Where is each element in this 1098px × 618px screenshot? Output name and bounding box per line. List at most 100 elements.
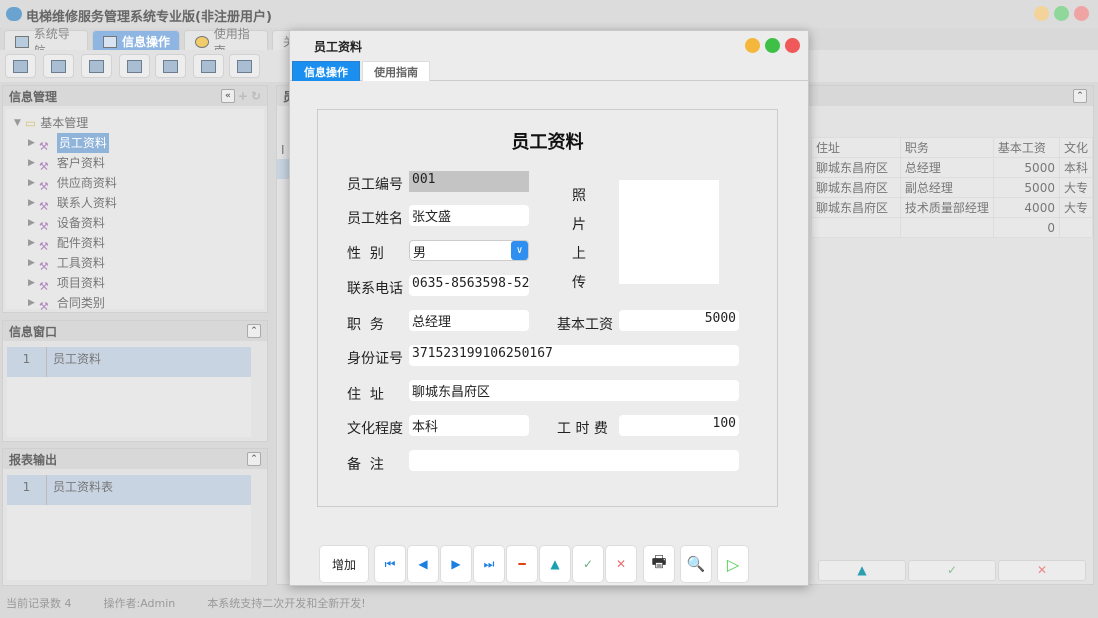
tree-item-label: 客户资料 bbox=[57, 153, 105, 173]
tree-root-label: 基本管理 bbox=[40, 113, 88, 133]
grid-cancel-button[interactable]: ✕ bbox=[998, 560, 1086, 581]
preview-button[interactable]: 🔍 bbox=[680, 545, 712, 583]
education-field[interactable]: 本科 bbox=[409, 415, 529, 436]
save-button[interactable]: ✓ bbox=[572, 545, 604, 583]
close-button[interactable] bbox=[1074, 6, 1089, 21]
tree-item-label: 设备资料 bbox=[57, 213, 105, 233]
tree-item[interactable]: ▶⚒联系人资料 bbox=[14, 193, 256, 213]
tool-icon: ⚒ bbox=[39, 257, 53, 269]
column-header[interactable]: 住址 bbox=[812, 138, 901, 158]
hour-fee-label: 工 时 费 bbox=[557, 418, 608, 438]
document-tool-button[interactable] bbox=[81, 54, 112, 78]
list-icon bbox=[51, 60, 66, 73]
add-button[interactable]: 增加 bbox=[319, 545, 369, 583]
table-row[interactable]: 聊城东昌府区总经理5000本科 bbox=[812, 158, 1093, 178]
phone-field[interactable]: 0635-8563598-52 bbox=[409, 275, 529, 296]
tab-guide[interactable]: 使用指南 bbox=[184, 30, 268, 50]
gender-value: 男 bbox=[413, 246, 426, 261]
collapse-icon[interactable]: ⌃ bbox=[247, 452, 261, 466]
tree-item[interactable]: ▶⚒设备资料 bbox=[14, 213, 256, 233]
add-icon[interactable]: + bbox=[238, 89, 248, 103]
row-number: 1 bbox=[7, 347, 47, 377]
cancel-button[interactable]: ✕ bbox=[605, 545, 637, 583]
tab-label: 信息操作 bbox=[122, 33, 170, 50]
next-record-button[interactable]: ▶ bbox=[440, 545, 472, 583]
table-cell: 5000 bbox=[993, 158, 1059, 178]
list-item[interactable]: 1员工资料 bbox=[7, 347, 251, 377]
tree-item[interactable]: ▶⚒客户资料 bbox=[14, 153, 256, 173]
position-field[interactable]: 总经理 bbox=[409, 310, 529, 331]
table-row[interactable]: 聊城东昌府区副总经理5000大专 bbox=[812, 178, 1093, 198]
screen-tool-button[interactable] bbox=[155, 54, 186, 78]
collapse-icon[interactable]: ⌃ bbox=[1073, 89, 1087, 103]
collapsed-icon: ▶ bbox=[28, 193, 35, 213]
photo-upload-label: 照片上传 bbox=[572, 182, 588, 298]
hour-fee-field[interactable]: 100 bbox=[619, 415, 739, 436]
user-tool-button[interactable] bbox=[119, 54, 150, 78]
name-field[interactable]: 张文盛 bbox=[409, 205, 529, 226]
last-icon: ⏭ bbox=[484, 557, 495, 572]
dialog-tab-info-ops[interactable]: 信息操作 bbox=[292, 61, 360, 81]
print-button[interactable]: 🖶 bbox=[643, 545, 675, 583]
address-field[interactable]: 聊城东昌府区 bbox=[409, 380, 739, 401]
salary-field[interactable]: 5000 bbox=[619, 310, 739, 331]
refresh-icon[interactable]: ↻ bbox=[251, 89, 261, 103]
panel-title: 信息窗口 bbox=[9, 323, 57, 340]
column-header[interactable]: 基本工资 bbox=[993, 138, 1059, 158]
tree-item[interactable]: ▶⚒工具资料 bbox=[14, 253, 256, 273]
run-button[interactable]: ▷ bbox=[717, 545, 749, 583]
tab-system-nav[interactable]: 系统导航 bbox=[4, 30, 88, 50]
minus-icon: ━ bbox=[518, 557, 525, 571]
name-label: 员工姓名 bbox=[347, 208, 403, 228]
last-record-button[interactable]: ⏭ bbox=[473, 545, 505, 583]
photo-box[interactable] bbox=[619, 180, 719, 284]
dialog-close-button[interactable] bbox=[785, 38, 800, 53]
search-icon bbox=[13, 60, 28, 73]
list-item[interactable]: 1员工资料表 bbox=[7, 475, 251, 505]
collapsed-icon: ▶ bbox=[28, 293, 35, 313]
first-record-button[interactable]: ⏮ bbox=[374, 545, 406, 583]
collapse-icon[interactable]: ⌃ bbox=[247, 324, 261, 338]
tool-icon: ⚒ bbox=[39, 237, 53, 249]
tool-icon: ⚒ bbox=[39, 277, 53, 289]
folder-icon: ▭ bbox=[25, 113, 36, 133]
gender-select[interactable]: 男∨ bbox=[409, 240, 529, 261]
photo-char: 上 bbox=[572, 240, 588, 269]
table-cell: 大专 bbox=[1059, 198, 1092, 218]
collapse-left-icon[interactable]: « bbox=[221, 89, 235, 103]
dialog-maximize-button[interactable] bbox=[765, 38, 780, 53]
form-title: 员工资料 bbox=[318, 128, 777, 154]
list-tool-button[interactable] bbox=[43, 54, 74, 78]
tree-item[interactable]: ▶⚒配件资料 bbox=[14, 233, 256, 253]
info-mgmt-panel: 信息管理«+↻ ▼▭基本管理 ▶⚒员工资料 ▶⚒客户资料 ▶⚒供应商资料 ▶⚒联… bbox=[2, 85, 268, 313]
salary-label: 基本工资 bbox=[557, 314, 613, 334]
table-row[interactable]: 聊城东昌府区技术质量部经理4000大专 bbox=[812, 198, 1093, 218]
tab-info-ops[interactable]: 信息操作 bbox=[92, 30, 180, 50]
minimize-button[interactable] bbox=[1034, 6, 1049, 21]
printer-icon: 🖶 bbox=[651, 551, 666, 578]
delete-button[interactable]: ━ bbox=[506, 545, 538, 583]
remark-field[interactable] bbox=[409, 450, 739, 471]
search-tool-button[interactable] bbox=[5, 54, 36, 78]
tree-item[interactable]: ▶⚒供应商资料 bbox=[14, 173, 256, 193]
column-header[interactable]: 文化 bbox=[1059, 138, 1092, 158]
chevron-down-icon[interactable]: ∨ bbox=[511, 241, 528, 260]
edit-button[interactable]: ▲ bbox=[539, 545, 571, 583]
panel-title: 信息管理 bbox=[9, 88, 57, 105]
dialog-minimize-button[interactable] bbox=[745, 38, 760, 53]
card-tool-button[interactable] bbox=[229, 54, 260, 78]
export-tool-button[interactable] bbox=[193, 54, 224, 78]
dialog-tab-guide[interactable]: 使用指南 bbox=[362, 61, 430, 81]
tree-item[interactable]: ▶⚒合同类别 bbox=[14, 293, 256, 313]
tree-root[interactable]: ▼▭基本管理 bbox=[14, 113, 256, 133]
grid-confirm-button[interactable]: ✓ bbox=[908, 560, 996, 581]
emp-no-field[interactable]: 001 bbox=[409, 171, 529, 192]
grid-up-button[interactable]: ▲ bbox=[818, 560, 906, 581]
tree-item[interactable]: ▶⚒员工资料 bbox=[14, 133, 256, 153]
maximize-button[interactable] bbox=[1054, 6, 1069, 21]
table-row[interactable]: 0 bbox=[812, 218, 1093, 238]
id-card-field[interactable]: 371523199106250167 bbox=[409, 345, 739, 366]
column-header[interactable]: 职务 bbox=[900, 138, 993, 158]
tree-item[interactable]: ▶⚒项目资料 bbox=[14, 273, 256, 293]
prev-record-button[interactable]: ◀ bbox=[407, 545, 439, 583]
